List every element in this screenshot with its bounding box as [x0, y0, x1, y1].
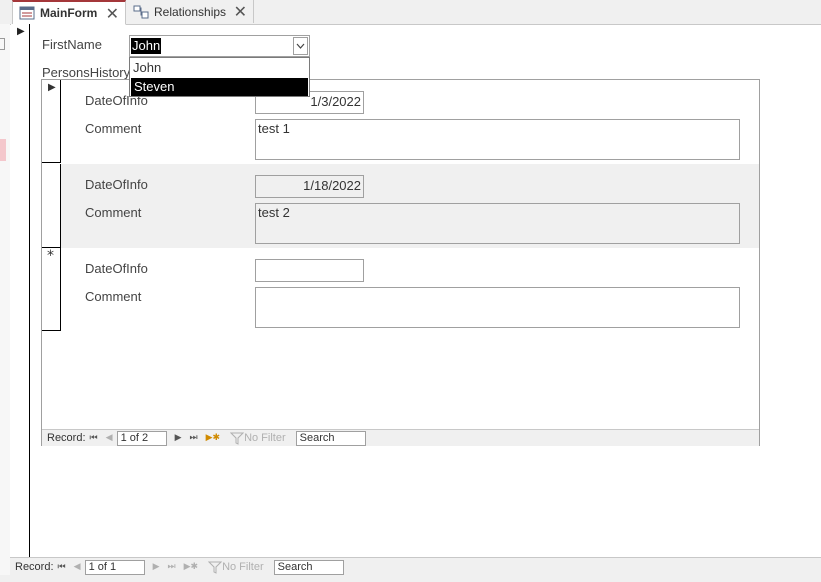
- record-selector[interactable]: *: [42, 248, 61, 331]
- next-record-icon[interactable]: ▶: [153, 562, 160, 572]
- comment-label: Comment: [85, 121, 142, 136]
- main-record-navigation: Record: ⏮ ◀ 1 of 1 ▶ ⏭ ▶✱ No Filter Sear…: [10, 557, 821, 576]
- subform-record-navigation: Record: ⏮ ◀ 1 of 2 ▶ ⏭ ▶✱ No Filter Sear…: [42, 429, 759, 446]
- document-tab-bar: MainForm ✕ Relationships ✕: [0, 0, 821, 25]
- tab-mainform[interactable]: MainForm ✕: [12, 0, 126, 25]
- chevron-down-icon: [296, 43, 305, 49]
- record-selector-column: ▶: [11, 24, 30, 557]
- form-icon: [19, 6, 35, 20]
- dropdown-option[interactable]: John: [131, 59, 308, 77]
- tab-relationships[interactable]: Relationships ✕: [127, 0, 254, 23]
- new-record-asterisk-icon: *: [47, 248, 54, 264]
- record-label: Record:: [47, 432, 86, 444]
- current-record-arrow-icon: ▶: [48, 82, 56, 93]
- subform-new-record: * DateOfInfo Comment: [42, 248, 759, 332]
- previous-record-icon[interactable]: ◀: [74, 562, 81, 572]
- no-filter-icon: [208, 561, 223, 574]
- comment-field[interactable]: test 2: [255, 203, 740, 244]
- firstname-label: FirstName: [42, 37, 102, 52]
- comment-field[interactable]: [255, 287, 740, 328]
- current-record-arrow-icon: ▶: [17, 26, 25, 37]
- tab-label: MainForm: [40, 6, 98, 20]
- first-record-icon[interactable]: ⏮: [90, 433, 98, 443]
- search-input[interactable]: Search: [273, 559, 344, 575]
- firstname-combobox[interactable]: John: [129, 35, 310, 57]
- tab-label: Relationships: [154, 4, 227, 19]
- filter-status: No Filter: [244, 432, 286, 444]
- close-icon[interactable]: ✕: [234, 2, 247, 21]
- close-icon[interactable]: ✕: [106, 4, 119, 23]
- record-label: Record:: [15, 561, 54, 573]
- first-record-icon[interactable]: ⏮: [58, 562, 66, 572]
- firstname-dropdown-list: John Steven: [129, 57, 310, 97]
- no-filter-icon: [230, 432, 245, 445]
- last-record-icon[interactable]: ⏭: [167, 562, 175, 572]
- comment-field[interactable]: test 1: [255, 119, 740, 160]
- record-selector[interactable]: [42, 164, 61, 248]
- dateofinfo-label: DateOfInfo: [85, 261, 148, 276]
- dropdown-option-highlighted[interactable]: Steven: [131, 78, 308, 96]
- filter-toggle[interactable]: No Filter: [208, 561, 264, 574]
- navigation-pane-edge: [0, 24, 10, 582]
- relationships-icon: [133, 5, 149, 19]
- filter-toggle[interactable]: No Filter: [230, 432, 286, 445]
- filter-status: No Filter: [222, 561, 264, 573]
- new-record-icon[interactable]: ▶✱: [184, 562, 198, 572]
- record-position-field[interactable]: 1 of 2: [116, 430, 167, 446]
- new-record-icon[interactable]: ▶✱: [206, 433, 220, 443]
- comment-label: Comment: [85, 289, 142, 304]
- subform-label: PersonsHistory: [42, 65, 131, 80]
- dropdown-button[interactable]: [293, 37, 308, 55]
- next-record-icon[interactable]: ▶: [175, 433, 182, 443]
- firstname-value: John: [131, 38, 162, 54]
- status-strip: [0, 575, 821, 582]
- dateofinfo-field[interactable]: 1/18/2022: [255, 175, 364, 198]
- previous-record-icon[interactable]: ◀: [106, 433, 113, 443]
- comment-label: Comment: [85, 205, 142, 220]
- dateofinfo-label: DateOfInfo: [85, 177, 148, 192]
- pane-handle-icon: [0, 38, 5, 50]
- search-input[interactable]: Search: [295, 430, 366, 446]
- last-record-icon[interactable]: ⏭: [189, 433, 197, 443]
- dateofinfo-field[interactable]: [255, 259, 364, 282]
- record-selector[interactable]: ▶: [42, 80, 61, 163]
- subform-record: DateOfInfo 1/18/2022 Comment test 2: [42, 164, 759, 248]
- persons-history-subform: ▶ DateOfInfo 1/3/2022 Comment test 1 Dat…: [41, 79, 760, 446]
- record-position-field[interactable]: 1 of 1: [84, 559, 145, 575]
- selection-marker: [0, 139, 6, 161]
